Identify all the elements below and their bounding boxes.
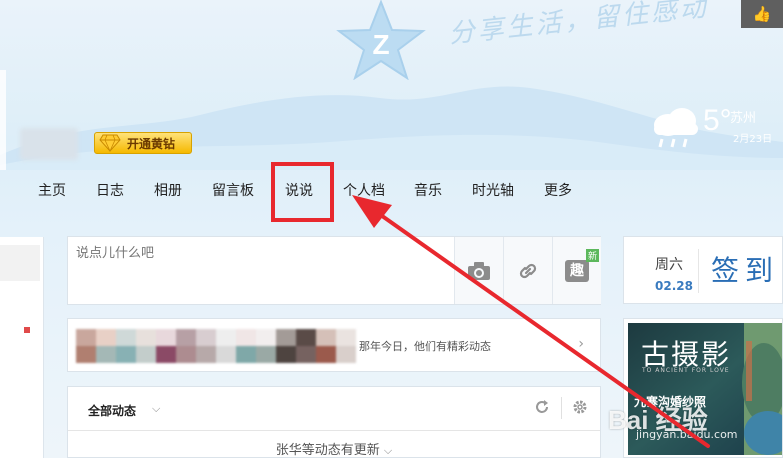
check-in-button[interactable]: 签到: [711, 249, 779, 289]
camera-icon: [468, 261, 490, 280]
fun-button[interactable]: 趣 新: [552, 237, 601, 304]
username-blurred: [20, 128, 78, 160]
gear-icon[interactable]: [572, 399, 588, 415]
chevron-down-icon[interactable]: ⌵: [152, 402, 160, 416]
refresh-icon[interactable]: [534, 399, 550, 415]
weather-temperature: 5°: [703, 104, 732, 137]
left-side-panel: [0, 237, 44, 458]
nav-item-home[interactable]: 主页: [38, 180, 66, 200]
ad-subtitle: TO ANCIENT FOR LOVE: [642, 367, 730, 374]
nav-item-profile[interactable]: 个人档: [343, 180, 385, 200]
chevron-right-icon: ›: [578, 336, 584, 352]
feed-header: 全部动态 ⌵: [68, 387, 600, 431]
nav-item-album[interactable]: 相册: [154, 180, 182, 200]
nav-item-music[interactable]: 音乐: [414, 180, 442, 200]
diamond-icon: [99, 134, 121, 152]
vip-label: 开通黄钻: [127, 136, 176, 151]
main-nav: 主页 日志 相册 留言板 说说 个人档 音乐 时光轴 更多: [0, 170, 783, 210]
shuoshuo-highlight-box: [271, 162, 334, 222]
open-yellow-diamond-button[interactable]: 开通黄钻: [94, 132, 192, 154]
rain-cloud-icon: [654, 108, 698, 148]
photo-button[interactable]: [454, 237, 503, 304]
on-this-day-bar[interactable]: 那年今日，他们有精彩动态 ›: [67, 318, 601, 372]
like-button[interactable]: 👍: [741, 0, 783, 28]
notification-dot: [24, 327, 30, 333]
feed-update-text: 张华等动态有更新: [275, 443, 380, 458]
nav-item-guestbook[interactable]: 留言板: [212, 180, 254, 200]
left-decor-strip: [0, 70, 6, 170]
check-in-date: 02.28: [655, 279, 693, 293]
thumbs-up-icon: 👍: [752, 5, 772, 23]
left-panel-block: [0, 245, 40, 281]
feed-update-notice[interactable]: 张华等动态有更新 ⌵: [68, 439, 600, 458]
on-this-day-text: 那年今日，他们有精彩动态: [359, 340, 491, 353]
feed-toolbar-divider: [561, 397, 562, 419]
fun-icon: 趣: [565, 259, 589, 282]
nav-item-timeline[interactable]: 时光轴: [472, 180, 514, 200]
nav-item-blog[interactable]: 日志: [96, 180, 124, 200]
feed-filter-all[interactable]: 全部动态: [88, 402, 136, 419]
check-in-panel: 周六 02.28 签到: [623, 236, 783, 304]
link-button[interactable]: [503, 237, 552, 304]
weather-date: 2月23日: [733, 134, 773, 145]
status-input[interactable]: [68, 237, 454, 304]
link-icon: [519, 263, 537, 278]
svg-text:Z: Z: [372, 29, 389, 60]
header-slogan: 分享生活，留住感动: [447, 0, 711, 50]
qzone-star-logo: Z: [336, 0, 426, 80]
new-badge: 新: [585, 249, 599, 262]
feed-panel: 全部动态 ⌵ 张华等动态有更新 ⌵: [67, 386, 601, 458]
status-composer: 趣 新: [67, 236, 601, 305]
check-in-weekday: 周六: [655, 257, 683, 273]
nav-item-more[interactable]: 更多: [544, 180, 572, 200]
check-in-divider: [698, 249, 699, 293]
blurred-avatars: [76, 329, 356, 363]
baidu-watermark-url: jingyan.baidu.com: [636, 428, 738, 441]
weather-city: 苏州: [730, 111, 757, 126]
chevron-down-icon: ⌵: [383, 444, 393, 457]
